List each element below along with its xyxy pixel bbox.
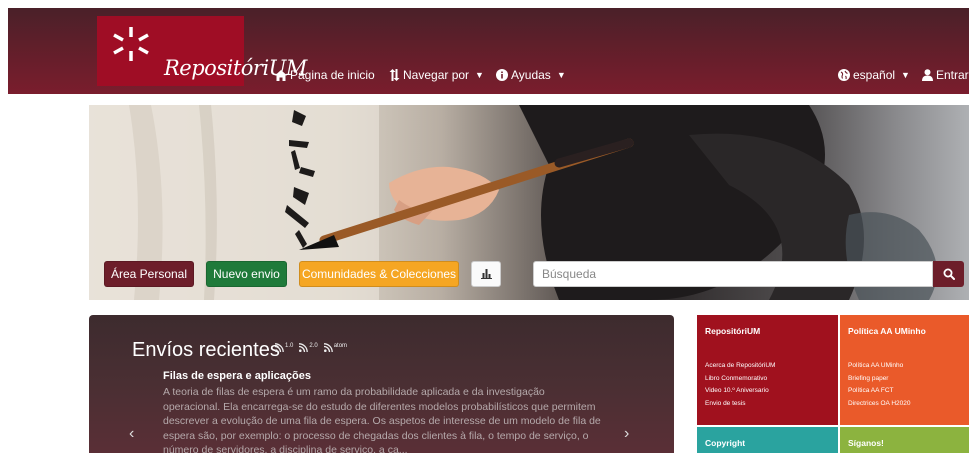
info-icon [496,69,508,81]
repositorium-tile-heading[interactable]: RepositóriUM [705,326,760,336]
language-label: español [853,68,896,82]
nav-browse-dropdown[interactable]: Navegar por ▼ [389,68,484,82]
chevron-down-icon: ▼ [475,70,484,80]
rss-icon [299,343,309,352]
nav-help-label: Ayudas [511,68,551,82]
rss-1-feed-link[interactable]: 1.0 [275,343,293,352]
uminho-logo-icon [113,27,149,61]
user-icon [922,69,933,81]
chevron-down-icon: ▼ [556,70,566,80]
link-politica-fct[interactable]: Política AA FCT [848,385,911,398]
politica-links: Política AA UMinho Briefing paper Políti… [848,360,911,410]
recent-item-abstract: A teoria de filas de espera é um ramo da… [163,386,601,453]
nav-home[interactable]: Página de inicio [275,68,375,82]
rss-2-feed-link[interactable]: 2.0 [299,343,318,352]
area-personal-button[interactable]: Área Personal [104,261,194,287]
link-video[interactable]: Video 10.º Aniversario [705,385,775,398]
copyright-tile-heading: Copyright [705,438,746,448]
recent-item-title[interactable]: Filas de espera e aplicações [163,370,311,382]
atom-label: atom [333,343,348,349]
nuevo-envio-button[interactable]: Nuevo envio [206,261,287,287]
link-acerca[interactable]: Acerca de RepositóriUM [705,360,775,373]
search-icon [943,268,955,280]
search-input[interactable] [533,261,933,287]
comunidades-colecciones-button[interactable]: Comunidades & Colecciones [299,261,459,287]
chevron-down-icon: ▼ [901,70,910,80]
copyright-tile[interactable]: Copyright [697,427,838,453]
repositorium-logo[interactable]: RepositóriUM [97,16,307,86]
recent-submissions-carousel: Envíos recientes 1.0 2.0 atom Filas de e… [89,315,674,453]
rss-2-label: 2.0 [309,343,318,349]
home-icon [275,69,287,81]
carousel-next-arrow[interactable]: › [624,425,629,443]
link-libro[interactable]: Libro Conmemorativo [705,373,775,386]
language-dropdown[interactable]: español ▼ [838,68,910,82]
bar-chart-icon [480,269,492,279]
rss-icon [275,343,284,352]
siganos-tile-heading: Síganos! [848,438,884,448]
nav-help-dropdown[interactable]: Ayudas ▼ [496,68,566,82]
link-briefing[interactable]: Briefing paper [848,373,911,386]
atom-feed-link[interactable]: atom [323,343,348,352]
rss-1-label: 1.0 [285,343,294,349]
nav-home-label: Página de inicio [290,68,375,82]
link-politica-uminho[interactable]: Política AA UMinho [848,360,911,373]
statistics-button[interactable] [471,261,501,287]
login-label: Entrar [936,68,969,82]
link-envio-tesis[interactable]: Envio de tesis [705,398,775,411]
repositorium-tile: RepositóriUM Acerca de RepositóriUM Libr… [697,315,838,425]
top-navbar: RepositóriUM Página de inicio Navegar po… [8,8,969,94]
recent-submissions-title: Envíos recientes [132,339,280,361]
siganos-tile[interactable]: Síganos! [840,427,969,453]
feed-links: 1.0 2.0 atom [275,343,347,352]
rss-icon [323,343,333,352]
globe-icon [838,69,850,81]
login-link[interactable]: Entrar [922,68,969,82]
politica-tile: Política AA UMinho Política AA UMinho Br… [840,315,969,425]
search-button[interactable] [933,261,964,287]
nav-browse-label: Navegar por [403,68,470,82]
repositorium-links: Acerca de RepositóriUM Libro Conmemorati… [705,360,775,410]
sort-icon [389,69,400,81]
carousel-prev-arrow[interactable]: ‹ [129,425,134,443]
link-directrices[interactable]: Directrices OA H2020 [848,398,911,411]
politica-tile-heading[interactable]: Política AA UMinho [848,326,926,336]
